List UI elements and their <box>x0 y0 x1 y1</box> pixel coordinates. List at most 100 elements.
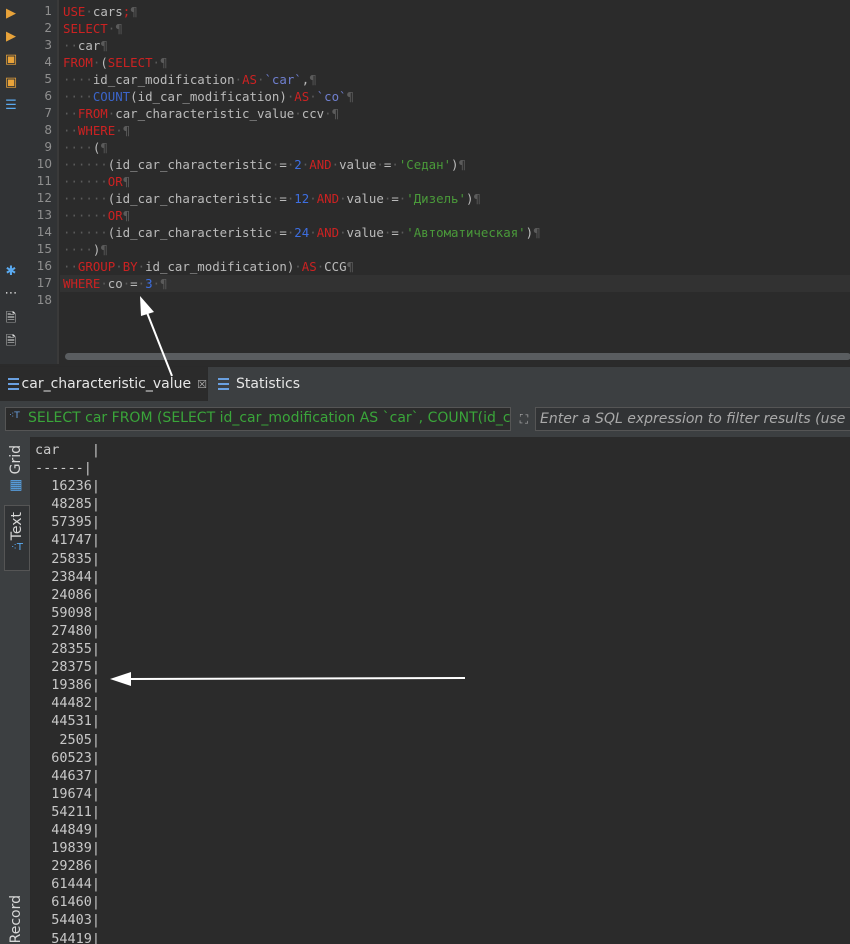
execute-script-icon[interactable]: ▣ <box>3 52 19 68</box>
code-token: ·¶ <box>115 123 131 138</box>
scrollbar-thumb[interactable] <box>65 353 850 360</box>
code-token: 24 <box>294 225 310 240</box>
code-token: ·· <box>63 123 78 138</box>
export-icon[interactable]: 🗎 <box>3 311 19 327</box>
code-token: WHERE <box>77 123 116 138</box>
explain-icon[interactable]: ☰ <box>3 98 19 114</box>
code-token: ·¶ <box>152 276 168 291</box>
tab-record[interactable]: Record <box>4 895 28 943</box>
code-token: · <box>309 191 317 206</box>
result-row: 54403| <box>35 912 101 929</box>
code-token: · <box>115 259 123 274</box>
tab-statistics[interactable]: Statistics <box>214 367 300 401</box>
code-line: ····(¶ <box>63 139 850 156</box>
line-number: 6 <box>44 89 52 103</box>
code-token: car <box>77 38 101 53</box>
code-token: AND <box>316 191 340 206</box>
code-line: ······OR¶ <box>63 207 850 224</box>
code-line: ··FROM·car_characteristic_value·ccv·¶ <box>63 105 850 122</box>
result-row: 57395| <box>35 514 101 531</box>
result-row: 44482| <box>35 695 101 712</box>
code-token: = <box>130 276 138 291</box>
code-token: AS <box>301 259 317 274</box>
code-token: ·· <box>63 106 78 121</box>
active-query-box[interactable]: ⁖T SELECT car FROM (SELECT id_car_modifi… <box>5 407 511 431</box>
code-token: 'Дизель' <box>406 191 466 206</box>
code-token: = <box>279 191 287 206</box>
code-token: ······ <box>63 208 108 223</box>
settings-icon[interactable]: ✱ <box>3 264 19 280</box>
code-token: co <box>107 276 123 291</box>
code-token: AND <box>309 157 332 172</box>
code-token: ¶ <box>309 72 317 87</box>
tab-record-label: Record <box>8 895 24 944</box>
code-token: · <box>339 191 347 206</box>
result-row: 19386| <box>35 677 101 694</box>
code-token: ccv <box>301 106 325 121</box>
code-token: BY <box>122 259 138 274</box>
line-number: 11 <box>36 174 52 188</box>
code-token: · <box>391 157 399 172</box>
tab-car-characteristic-value[interactable]: car_characteristic_value ☒ <box>0 367 208 401</box>
line-number: 13 <box>36 208 52 222</box>
code-line: FROM·(SELECT·¶ <box>63 54 850 71</box>
code-token: · <box>137 259 146 274</box>
result-row: 28355| <box>35 641 101 658</box>
editor-horizontal-scrollbar[interactable] <box>60 350 850 364</box>
line-number: 10 <box>36 157 52 171</box>
code-token: SELECT <box>107 55 153 70</box>
more-icon[interactable]: ⋯ <box>3 286 19 302</box>
tab-text[interactable]: Text ⁖T <box>4 505 30 571</box>
code-line: ······(id_car_characteristic·=·2·AND·val… <box>63 156 850 173</box>
code-token: USE <box>63 4 86 19</box>
expand-icon[interactable]: ⛶ <box>514 407 534 431</box>
tab-grid[interactable]: Grid ▦ <box>4 445 28 493</box>
code-line: ······OR¶ <box>63 173 850 190</box>
export-pdf-icon[interactable]: 🗎 <box>3 334 19 350</box>
code-token: · <box>85 4 93 19</box>
code-token: FROM <box>63 55 93 70</box>
filter-input[interactable] <box>535 407 850 431</box>
result-row: 23844| <box>35 568 101 585</box>
code-token: (id_car_characteristic <box>107 157 272 172</box>
code-token: (id_car_modification) <box>130 89 287 104</box>
code-token: ¶ <box>100 242 108 257</box>
code-token: OR <box>107 208 123 223</box>
close-icon[interactable]: ☒ <box>197 378 207 391</box>
result-row: 28375| <box>35 659 101 676</box>
run-icon[interactable]: ▶ <box>3 6 19 22</box>
results-tab-bar: car_characteristic_value ☒ Statistics <box>0 366 850 402</box>
code-token: AND <box>316 225 340 240</box>
code-token: ¶ <box>346 89 354 104</box>
execute-script-plus-icon[interactable]: ▣ <box>3 75 19 91</box>
code-line: ····id_car_modification·AS·`car`,¶ <box>63 71 850 88</box>
result-row: 29286| <box>35 858 101 875</box>
sql-text-icon: ⁖T <box>9 411 20 421</box>
results-text-view[interactable]: car | ------| 16236| 48285| 57395| 41747… <box>31 437 850 944</box>
tab-text-label: Text <box>9 512 25 541</box>
line-number: 5 <box>44 72 52 86</box>
code-token: ¶ <box>458 157 466 172</box>
code-token: ¶ <box>473 191 481 206</box>
code-token: ···· <box>63 242 93 257</box>
result-row: 25835| <box>35 550 101 567</box>
result-row: 41747| <box>35 532 101 549</box>
line-number: 3 <box>44 38 52 52</box>
text-view-icon: ⁖T <box>11 542 23 554</box>
code-token: ¶ <box>122 174 131 189</box>
code-token: · <box>339 225 347 240</box>
result-row: 54211| <box>35 803 101 820</box>
run-plus-icon[interactable]: ▶ <box>3 29 19 45</box>
result-row: 44531| <box>35 713 101 730</box>
line-number-gutter: 1 2 3 4 5 6 7 8 9 10 11 12 13 14 15 16 1… <box>22 0 59 364</box>
code-token: 2 <box>294 157 302 172</box>
code-line: ····COUNT(id_car_modification)·AS·`co`¶ <box>63 88 850 105</box>
result-row: 19674| <box>35 785 101 802</box>
code-token: 'Автоматическая' <box>406 225 526 240</box>
code-token: ( <box>100 55 108 70</box>
sql-editor[interactable]: USE·cars;¶ SELECT·¶ ··car¶ FROM·(SELECT·¶ ··… <box>60 0 850 350</box>
line-number: 12 <box>36 191 52 205</box>
result-row: 48285| <box>35 496 101 513</box>
result-row: 54419| <box>35 930 101 944</box>
code-token: 3 <box>145 276 153 291</box>
